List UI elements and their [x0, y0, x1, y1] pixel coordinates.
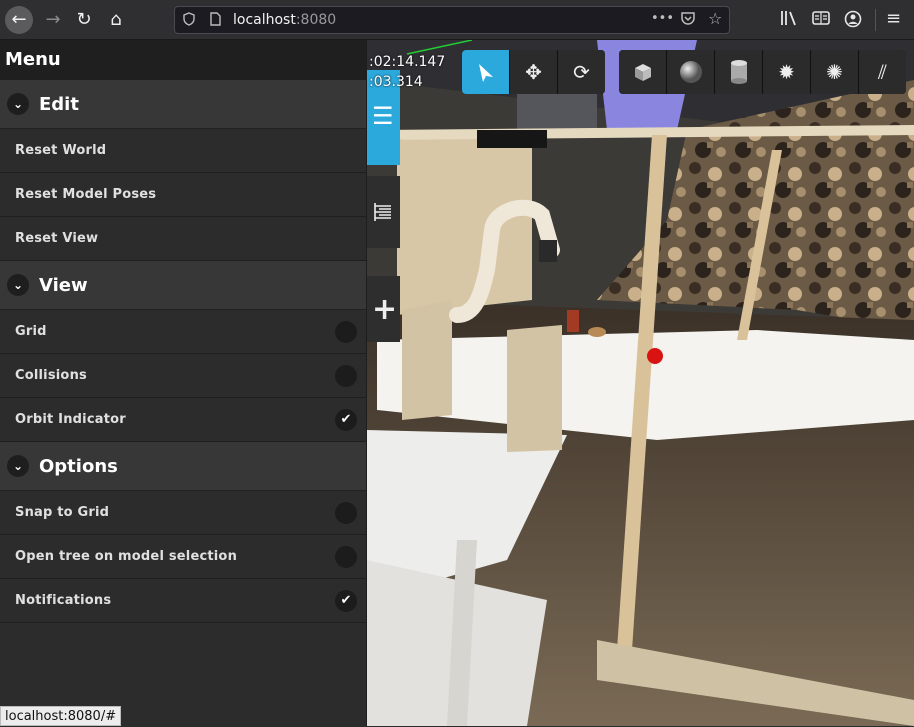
menu-item-snap-to-grid[interactable]: Snap to Grid	[0, 491, 366, 535]
browser-toolbar: ← → ↻ ⌂ localhost:8080 ••• ☆ ≡	[0, 0, 914, 40]
translate-mode-button[interactable]: ✥	[510, 50, 557, 94]
menu-item-notifications[interactable]: Notifications ✔	[0, 579, 366, 623]
menu-title: Menu	[0, 40, 366, 80]
menu-item-grid[interactable]: Grid	[0, 310, 366, 354]
sphere-icon	[679, 61, 702, 83]
open-tree-toggle[interactable]	[335, 546, 357, 568]
insert-spot-light-button[interactable]: ✺	[811, 50, 858, 94]
menu-item-label: Snap to Grid	[15, 505, 110, 520]
more-actions-icon[interactable]: •••	[651, 11, 674, 26]
menu-item-reset-view[interactable]: Reset View	[0, 217, 366, 261]
section-title: Edit	[39, 93, 79, 115]
library-icon[interactable]	[780, 10, 798, 30]
insert-directional-light-button[interactable]: ⫽	[859, 50, 906, 94]
insert-point-light-button[interactable]: ✹	[763, 50, 810, 94]
menu-item-label: Collisions	[15, 368, 87, 383]
chevron-down-icon: ⌄	[7, 274, 29, 296]
menu-item-label: Grid	[15, 324, 47, 339]
cylinder-icon	[730, 60, 747, 84]
shield-icon[interactable]	[183, 12, 195, 30]
menu-item-collisions[interactable]: Collisions	[0, 354, 366, 398]
tree-icon	[371, 200, 395, 228]
snap-to-grid-toggle[interactable]	[335, 502, 357, 524]
hamburger-menu-icon[interactable]: ≡	[886, 8, 901, 29]
page-icon[interactable]	[209, 12, 221, 30]
menu-item-reset-world[interactable]: Reset World	[0, 129, 366, 173]
sun-icon: ✹	[778, 60, 795, 84]
url-port: :8080	[295, 12, 337, 28]
sim-time: :02:14.147	[369, 54, 446, 70]
status-link-tooltip: localhost:8080/#	[0, 706, 122, 726]
checkmark-icon: ✔	[340, 593, 352, 608]
reader-view-icon[interactable]	[812, 10, 830, 30]
sidebar-menu: Menu ⌄ Edit Reset World Reset Model Pose…	[0, 40, 367, 726]
account-icon[interactable]	[844, 10, 862, 32]
section-title: Options	[39, 455, 118, 477]
cursor-arrow-icon	[478, 64, 493, 82]
menu-item-label: Notifications	[15, 593, 112, 608]
section-edit[interactable]: ⌄ Edit	[0, 80, 366, 129]
menu-item-reset-model-poses[interactable]: Reset Model Poses	[0, 173, 366, 217]
menu-item-label: Reset View	[15, 231, 99, 246]
section-view[interactable]: ⌄ View	[0, 261, 366, 310]
menu-item-label: Reset World	[15, 143, 107, 158]
insert-cylinder-button[interactable]	[715, 50, 762, 94]
menu-item-orbit-indicator[interactable]: Orbit Indicator ✔	[0, 398, 366, 442]
section-title: View	[39, 274, 88, 296]
real-time: :03.314	[369, 74, 423, 90]
menu-item-open-tree[interactable]: Open tree on model selection	[0, 535, 366, 579]
hamburger-icon: ☰	[372, 102, 394, 130]
chevron-down-icon: ⌄	[7, 93, 29, 115]
back-button[interactable]: ←	[5, 6, 33, 34]
insert-box-button[interactable]	[619, 50, 666, 94]
insert-sphere-button[interactable]	[667, 50, 714, 94]
grid-toggle[interactable]	[335, 321, 357, 343]
chevron-down-icon: ⌄	[7, 455, 29, 477]
collisions-toggle[interactable]	[335, 365, 357, 387]
manipulation-toolbar: ✥ ⟳	[462, 50, 605, 94]
menu-item-label: Reset Model Poses	[15, 187, 157, 202]
orbit-indicator-toggle[interactable]: ✔	[335, 409, 357, 431]
pocket-icon[interactable]	[680, 10, 696, 30]
checkmark-icon: ✔	[340, 412, 352, 427]
side-tabs: ☰ +	[367, 70, 400, 342]
notifications-toggle[interactable]: ✔	[335, 590, 357, 612]
time-readout: :02:14.147 :03.314	[369, 52, 445, 92]
url-text[interactable]: localhost:8080	[233, 12, 336, 28]
spot-light-icon: ✺	[826, 60, 843, 84]
move-arrows-icon: ✥	[525, 60, 542, 84]
rotate-mode-button[interactable]: ⟳	[558, 50, 605, 94]
scene-render[interactable]	[367, 40, 914, 726]
rotate-icon: ⟳	[573, 60, 590, 84]
forward-button[interactable]: →	[39, 6, 67, 34]
menu-item-label: Open tree on model selection	[15, 549, 238, 564]
toolbar-divider	[875, 9, 876, 31]
tab-insert[interactable]: +	[367, 276, 400, 342]
insert-toolbar: ✹ ✺ ⫽	[619, 50, 906, 94]
directional-light-icon: ⫽	[878, 60, 887, 84]
plus-icon: +	[372, 292, 398, 327]
url-bar[interactable]: localhost:8080 ••• ☆	[174, 6, 730, 34]
3d-viewport[interactable]	[367, 40, 914, 726]
select-mode-button[interactable]	[462, 50, 509, 94]
section-options[interactable]: ⌄ Options	[0, 442, 366, 491]
tab-model-tree[interactable]	[367, 176, 400, 248]
box-icon	[634, 64, 651, 81]
bookmark-star-icon[interactable]: ☆	[708, 9, 722, 28]
url-host: localhost	[233, 12, 296, 28]
menu-item-label: Orbit Indicator	[15, 412, 126, 427]
reload-button[interactable]: ↻	[70, 6, 98, 34]
home-button[interactable]: ⌂	[102, 6, 130, 34]
